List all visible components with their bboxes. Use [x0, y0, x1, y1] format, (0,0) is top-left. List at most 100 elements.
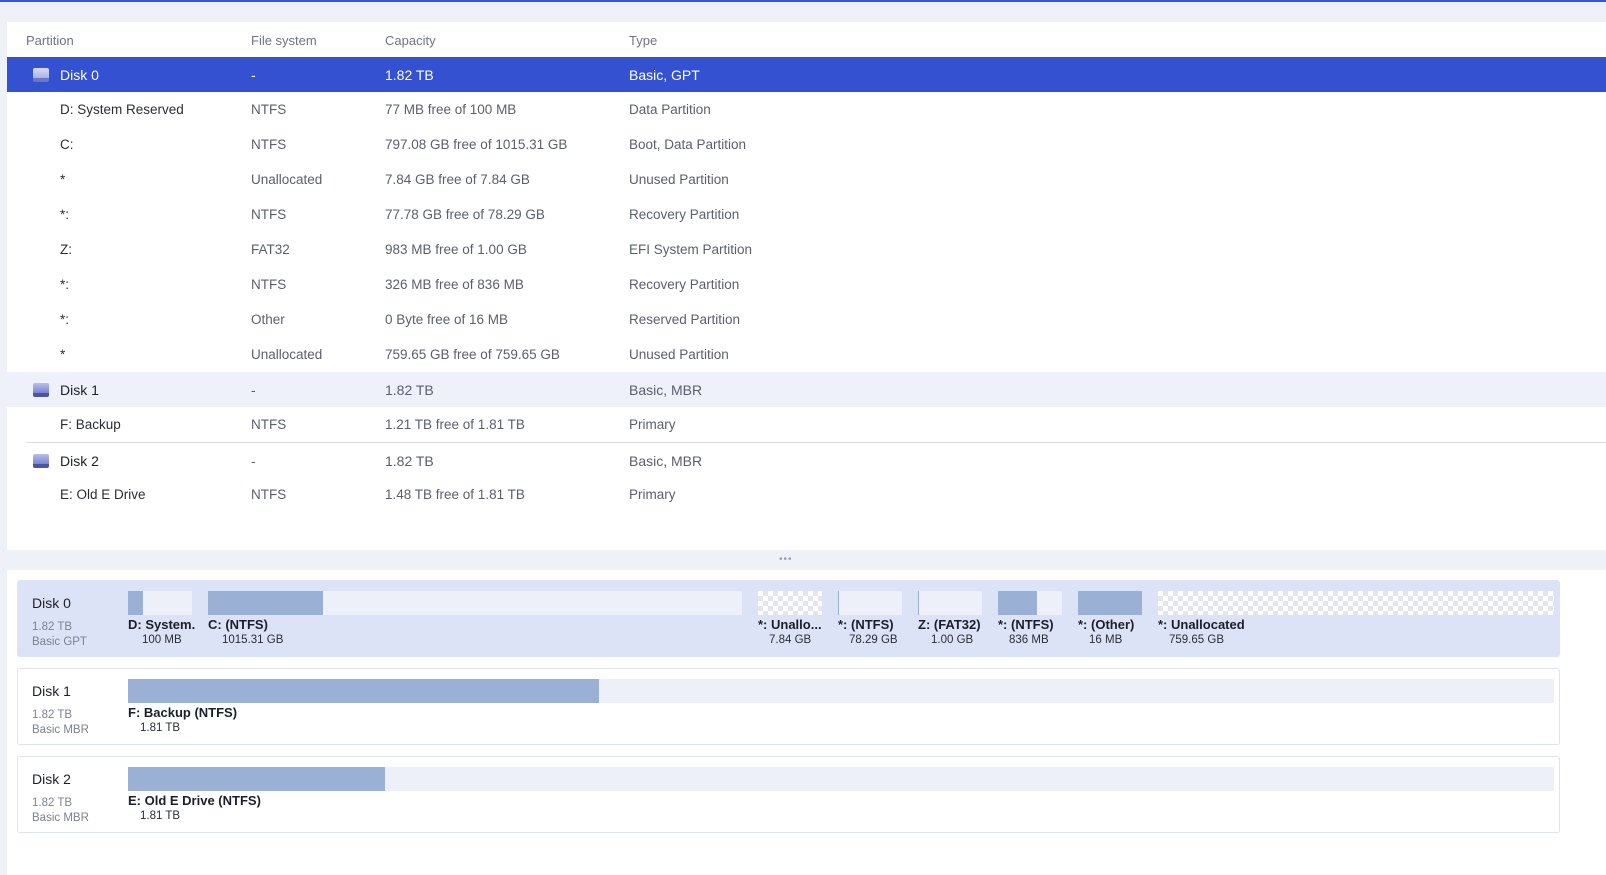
- row-partition: E: Old E Drive: [60, 487, 146, 502]
- disk-map: Disk 0 1.82 TB Basic GPT D: System. 100 …: [7, 570, 1606, 875]
- partition-row[interactable]: Z: FAT32 983 MB free of 1.00 GB EFI Syst…: [7, 232, 1606, 267]
- partition-block-size: 759.65 GB: [1169, 634, 1224, 646]
- partition-block-size: 1.81 TB: [140, 810, 181, 822]
- partition-block-label: Z: (FAT32): [918, 617, 981, 632]
- row-file-system: NTFS: [251, 417, 287, 432]
- row-capacity: 0 Byte free of 16 MB: [385, 312, 509, 327]
- unallocated-block[interactable]: [758, 591, 822, 615]
- row-capacity: 983 MB free of 1.00 GB: [385, 242, 527, 257]
- partition-list: Partition File system Capacity Type Disk…: [7, 22, 1606, 550]
- partition-block[interactable]: [128, 591, 192, 615]
- usage-fill: [208, 591, 323, 615]
- row-type: Basic, MBR: [629, 382, 703, 398]
- partition-block-label: *: (NTFS): [838, 617, 894, 632]
- row-file-system: FAT32: [251, 242, 290, 257]
- disk-map-card-0[interactable]: Disk 0 1.82 TB Basic GPT D: System. 100 …: [17, 580, 1560, 657]
- partition-row[interactable]: * Unallocated 7.84 GB free of 7.84 GB Un…: [7, 162, 1606, 197]
- column-header-file-system[interactable]: File system: [251, 33, 317, 48]
- row-capacity: 797.08 GB free of 1015.31 GB: [385, 137, 568, 152]
- partition-block[interactable]: [208, 591, 742, 615]
- row-partition: *: [60, 347, 66, 362]
- row-type: Unused Partition: [629, 172, 729, 187]
- row-type: Recovery Partition: [629, 277, 740, 292]
- disk-map-type: Basic MBR: [32, 812, 89, 824]
- row-file-system: -: [251, 382, 256, 398]
- row-partition: Disk 0: [60, 67, 99, 83]
- row-partition: Disk 2: [60, 453, 99, 469]
- partition-block-size: 100 MB: [142, 634, 182, 646]
- disk-row-1[interactable]: Disk 1 - 1.82 TB Basic, MBR: [7, 372, 1606, 407]
- row-type: Recovery Partition: [629, 207, 740, 222]
- row-partition: *: [60, 172, 66, 187]
- unallocated-block[interactable]: [1158, 591, 1554, 615]
- disk-map-size: 1.82 TB: [32, 621, 73, 633]
- partition-block-label: *: Unallo...: [758, 617, 822, 632]
- list-header: Partition File system Capacity Type: [7, 22, 1606, 57]
- row-file-system: -: [251, 453, 256, 469]
- partition-block[interactable]: [1078, 591, 1142, 615]
- partition-block-size: 836 MB: [1009, 634, 1049, 646]
- row-file-system: Other: [251, 312, 285, 327]
- partition-block-label: *: Unallocated: [1158, 617, 1245, 632]
- partition-block-size: 1.81 TB: [140, 722, 181, 734]
- partition-block[interactable]: [128, 679, 1554, 703]
- partition-block-size: 7.84 GB: [769, 634, 812, 646]
- partition-block[interactable]: [838, 591, 902, 615]
- partition-row[interactable]: *: Other 0 Byte free of 16 MB Reserved P…: [7, 302, 1606, 337]
- row-capacity: 7.84 GB free of 7.84 GB: [385, 172, 530, 187]
- partition-row[interactable]: F: Backup NTFS 1.21 TB free of 1.81 TB P…: [7, 407, 1606, 442]
- row-file-system: NTFS: [251, 277, 287, 292]
- row-capacity: 77.78 GB free of 78.29 GB: [385, 207, 545, 222]
- row-file-system: -: [251, 67, 256, 83]
- row-capacity: 1.82 TB: [385, 453, 434, 469]
- partition-block-label: *: (NTFS): [998, 617, 1054, 632]
- partition-block-size: 78.29 GB: [849, 634, 898, 646]
- partition-row[interactable]: E: Old E Drive NTFS 1.48 TB free of 1.81…: [7, 477, 1606, 512]
- partition-row[interactable]: D: System Reserved NTFS 77 MB free of 10…: [7, 92, 1606, 127]
- row-capacity: 1.48 TB free of 1.81 TB: [385, 487, 525, 502]
- row-type: Boot, Data Partition: [629, 137, 747, 152]
- column-header-type[interactable]: Type: [629, 33, 657, 48]
- drag-handle-icon[interactable]: •••: [779, 555, 793, 565]
- partition-row[interactable]: *: NTFS 77.78 GB free of 78.29 GB Recove…: [7, 197, 1606, 232]
- row-type: Reserved Partition: [629, 312, 741, 327]
- row-type: Basic, MBR: [629, 453, 703, 469]
- column-header-capacity[interactable]: Capacity: [385, 33, 436, 48]
- row-capacity: 77 MB free of 100 MB: [385, 102, 517, 117]
- column-header-partition[interactable]: Partition: [26, 33, 74, 48]
- row-type: Primary: [629, 487, 676, 502]
- row-capacity: 759.65 GB free of 759.65 GB: [385, 347, 560, 362]
- row-file-system: Unallocated: [251, 172, 323, 187]
- usage-fill: [918, 591, 920, 615]
- panel-splitter[interactable]: •••: [0, 550, 1606, 570]
- partition-row[interactable]: * Unallocated 759.65 GB free of 759.65 G…: [7, 337, 1606, 372]
- row-type: Basic, GPT: [629, 67, 700, 83]
- hard-disk-icon: [33, 68, 49, 82]
- partition-block[interactable]: [998, 591, 1062, 615]
- disk-map-type: Basic GPT: [32, 636, 87, 648]
- partition-block-size: 16 MB: [1089, 634, 1123, 646]
- row-partition: C:: [60, 137, 74, 152]
- partition-block[interactable]: [918, 591, 982, 615]
- row-type: Unused Partition: [629, 347, 729, 362]
- row-partition: *:: [60, 312, 70, 327]
- row-partition: D: System Reserved: [60, 102, 184, 117]
- row-capacity: 326 MB free of 836 MB: [385, 277, 524, 292]
- disk-map-card-2[interactable]: Disk 2 1.82 TB Basic MBR E: Old E Drive …: [17, 756, 1560, 833]
- partition-block-size: 1015.31 GB: [222, 634, 284, 646]
- row-partition: Z:: [60, 242, 72, 257]
- row-file-system: NTFS: [251, 487, 287, 502]
- row-capacity: 1.82 TB: [385, 67, 434, 83]
- row-capacity: 1.82 TB: [385, 382, 434, 398]
- usage-fill: [838, 591, 839, 615]
- partition-row[interactable]: C: NTFS 797.08 GB free of 1015.31 GB Boo…: [7, 127, 1606, 162]
- hard-disk-icon: [33, 383, 49, 397]
- usage-fill: [998, 591, 1038, 615]
- partition-block-label: F: Backup (NTFS): [128, 705, 238, 720]
- disk-map-name: Disk 0: [32, 595, 71, 611]
- partition-block[interactable]: [128, 767, 1554, 791]
- disk-row-0[interactable]: Disk 0 - 1.82 TB Basic, GPT: [7, 57, 1606, 92]
- disk-map-card-1[interactable]: Disk 1 1.82 TB Basic MBR F: Backup (NTFS…: [17, 668, 1560, 745]
- partition-row[interactable]: *: NTFS 326 MB free of 836 MB Recovery P…: [7, 267, 1606, 302]
- disk-row-2[interactable]: Disk 2 - 1.82 TB Basic, MBR: [26, 442, 1606, 477]
